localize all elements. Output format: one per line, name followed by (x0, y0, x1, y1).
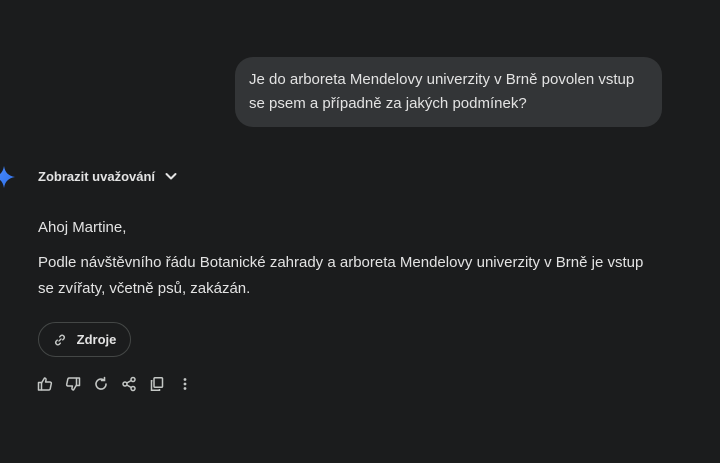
copy-icon (150, 377, 164, 391)
sources-button[interactable]: Zdroje (38, 322, 131, 357)
user-message-line-1: Je do arboreta Mendelovy univerzity v Br… (249, 71, 635, 88)
user-message-line-2: se psem a případně za jakých podmínek? (249, 95, 527, 112)
chat-view: Je do arboreta Mendelovy univerzity v Br… (0, 0, 720, 463)
thumbs-down-icon (65, 377, 81, 391)
thumbs-up-button[interactable] (36, 375, 54, 393)
gemini-sparkle-icon (0, 166, 15, 188)
copy-button[interactable] (148, 375, 166, 393)
thumbs-down-button[interactable] (64, 375, 82, 393)
share-icon (122, 376, 136, 392)
response-greeting: Ahoj Martine, (38, 219, 127, 236)
response-paragraph: Podle návštěvního řádu Botanické zahrady… (38, 254, 644, 297)
link-icon (54, 334, 65, 345)
regenerate-button[interactable] (92, 375, 110, 393)
chevron-down-icon (165, 173, 177, 180)
show-thinking-toggle[interactable]: Zobrazit uvažování (38, 166, 179, 186)
response-action-bar (36, 375, 204, 393)
thumbs-up-icon (37, 377, 53, 391)
share-button[interactable] (120, 375, 138, 393)
assistant-response: Ahoj Martine, Podle návštěvního řádu Bot… (38, 216, 678, 302)
sources-label: Zdroje (76, 332, 117, 347)
show-thinking-label: Zobrazit uvažování (38, 168, 156, 184)
more-options-button[interactable] (176, 375, 194, 393)
user-message-bubble: Je do arboreta Mendelovy univerzity v Br… (235, 57, 662, 127)
more-options-icon (183, 378, 187, 390)
regenerate-icon (95, 376, 107, 390)
